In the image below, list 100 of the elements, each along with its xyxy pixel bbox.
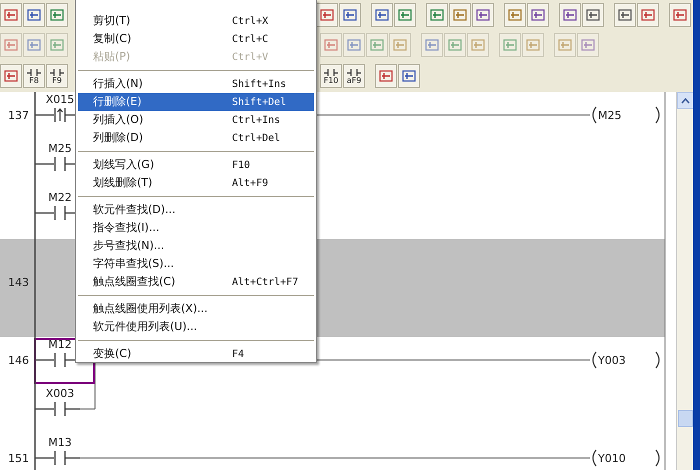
tool-icon xyxy=(4,39,18,51)
tool-icon xyxy=(453,9,467,21)
menu-item[interactable]: 变换(C) F4 xyxy=(78,345,314,363)
toolbar-button[interactable] xyxy=(426,3,448,27)
menu-item[interactable]: 字符串查找(S)... xyxy=(78,255,314,273)
tool-icon xyxy=(503,39,517,51)
toolbar-button[interactable] xyxy=(637,3,659,27)
toolbar-button[interactable] xyxy=(316,3,338,27)
tool-icon xyxy=(4,70,18,82)
tool-icon xyxy=(398,9,412,21)
tool-icon xyxy=(430,9,444,21)
toolbar-button[interactable] xyxy=(0,64,22,88)
toolbar-button[interactable]: F9 xyxy=(46,64,68,88)
menu-item[interactable]: 划线写入(G) F10 xyxy=(78,156,314,174)
ladder-symbol-icon xyxy=(347,68,361,76)
menu-item[interactable]: 列删除(D) Ctrl+Del xyxy=(78,129,314,147)
ladder-symbol-icon xyxy=(50,68,64,76)
ladder-symbol-icon xyxy=(27,68,41,76)
menu-item[interactable]: 指令查找(I)... xyxy=(78,219,314,237)
toolbar-button[interactable] xyxy=(669,3,691,27)
tool-icon xyxy=(379,70,393,82)
step-number: 143 xyxy=(8,276,29,289)
coil-symbol xyxy=(592,449,660,467)
toolbar-button[interactable] xyxy=(23,3,45,27)
menu-item[interactable]: 软元件使用列表(U)... xyxy=(78,318,314,336)
contact-label: M13 xyxy=(48,436,72,449)
tool-icon xyxy=(563,9,577,21)
coil-symbol xyxy=(592,351,660,369)
menu-item[interactable]: 划线删除(T) Alt+F9 xyxy=(78,174,314,192)
toolbar-button[interactable] xyxy=(0,3,22,27)
contact-label: M25 xyxy=(48,142,72,155)
tool-icon xyxy=(586,9,600,21)
tool-icon xyxy=(343,9,357,21)
tool-icon xyxy=(425,39,439,51)
toolbar-button[interactable]: F8 xyxy=(23,64,45,88)
menu-item[interactable]: 行删除(E) Shift+Del xyxy=(78,93,314,111)
toolbar-button[interactable] xyxy=(394,3,416,27)
tool-icon xyxy=(448,39,462,51)
contact-label: M22 xyxy=(48,191,72,204)
contact-label: X015 xyxy=(46,93,74,106)
toolbar-button[interactable] xyxy=(375,64,397,88)
menu-item[interactable]: 触点线圈查找(C) Alt+Ctrl+F7 xyxy=(78,273,314,291)
tool-icon xyxy=(402,70,416,82)
toolbar-button[interactable] xyxy=(527,3,549,27)
contact-symbol xyxy=(34,401,81,417)
toolbar-button[interactable]: F10 xyxy=(320,64,342,88)
tool-icon xyxy=(476,9,490,21)
menu-item[interactable]: 复制(C) Ctrl+C xyxy=(78,30,314,48)
scroll-thumb[interactable] xyxy=(678,410,693,427)
tool-icon xyxy=(526,39,540,51)
toolbar-button[interactable] xyxy=(398,64,420,88)
tool-icon xyxy=(673,9,687,21)
tool-icon xyxy=(558,39,572,51)
toolbar-button[interactable] xyxy=(504,3,526,27)
toolbar-button[interactable] xyxy=(472,3,494,27)
coil-label: Y010 xyxy=(598,452,626,465)
tool-icon xyxy=(581,39,595,51)
toolbar-button[interactable] xyxy=(582,3,604,27)
tool-icon xyxy=(508,9,522,21)
tool-icon xyxy=(531,9,545,21)
toolbar-button[interactable] xyxy=(449,3,471,27)
coil-label: M25 xyxy=(598,109,622,122)
contact-label: X003 xyxy=(46,387,74,400)
toolbar-button[interactable] xyxy=(46,3,68,27)
scrollbar[interactable] xyxy=(676,92,693,470)
toolbar-button[interactable] xyxy=(339,3,361,27)
toolbar-button[interactable] xyxy=(371,3,393,27)
tool-icon xyxy=(393,39,407,51)
tool-icon xyxy=(618,9,632,21)
step-number: 151 xyxy=(8,452,29,465)
tool-icon xyxy=(370,39,384,51)
toolbar-button[interactable]: aF9 xyxy=(343,64,365,88)
tool-icon xyxy=(27,9,41,21)
tool-icon xyxy=(347,39,361,51)
menu-item[interactable]: 列插入(O) Ctrl+Ins xyxy=(78,111,314,129)
contact-label: M12 xyxy=(48,338,72,351)
tool-icon xyxy=(375,9,389,21)
step-number: 137 xyxy=(8,109,29,122)
chevron-up-icon xyxy=(681,98,690,104)
tool-icon xyxy=(324,39,338,51)
coil-symbol xyxy=(592,106,660,124)
contact-symbol xyxy=(34,450,81,466)
tool-icon xyxy=(320,9,334,21)
scroll-up-button[interactable] xyxy=(677,92,694,109)
coil-label: Y003 xyxy=(598,354,626,367)
toolbar-button[interactable] xyxy=(559,3,581,27)
tool-icon xyxy=(50,39,64,51)
step-number: 146 xyxy=(8,354,29,367)
menu-item[interactable]: 行插入(N) Shift+Ins xyxy=(78,75,314,93)
menu-item[interactable]: 软元件查找(D)... xyxy=(78,201,314,219)
menu-item[interactable]: 触点线圈使用列表(X)... xyxy=(78,300,314,318)
tool-icon xyxy=(27,39,41,51)
menu-item[interactable]: 步号查找(N)... xyxy=(78,237,314,255)
toolbar-button[interactable] xyxy=(614,3,636,27)
tool-icon xyxy=(471,39,485,51)
tool-icon xyxy=(641,9,655,21)
tool-icon xyxy=(50,9,64,21)
tool-icon xyxy=(4,9,18,21)
menu-item[interactable]: 剪切(T) Ctrl+X xyxy=(78,12,314,30)
ladder-symbol-icon xyxy=(324,68,338,76)
